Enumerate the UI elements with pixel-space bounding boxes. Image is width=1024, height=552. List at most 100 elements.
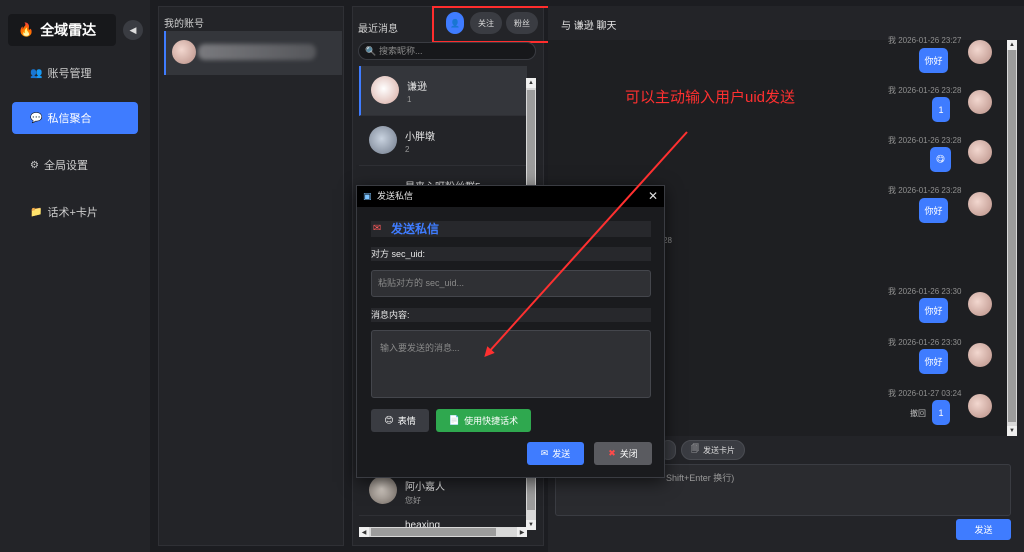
- search-icon: 🔍: [365, 46, 377, 56]
- avatar: [968, 140, 992, 164]
- avatar: [968, 343, 992, 367]
- send-dm-dialog: ▣ 发送私信 ✕ ✉ 发送私信 对方 sec_uid: 粘贴对方的 sec_ui…: [356, 185, 665, 478]
- avatar: [968, 394, 992, 418]
- filter-fans-button[interactable]: 粉丝: [506, 12, 538, 34]
- scroll-thumb[interactable]: [371, 528, 496, 536]
- conversation-preview: 2: [405, 145, 410, 154]
- nav-label: 话术+卡片: [47, 207, 98, 219]
- close-icon[interactable]: ✕: [648, 186, 658, 207]
- avatar: [968, 292, 992, 316]
- message-time: 我 2026-01-26 23:28: [888, 186, 962, 195]
- annotation-text: 可以主动输入用户uid发送: [625, 89, 796, 106]
- search-input[interactable]: 🔍 搜索昵称...: [358, 42, 536, 60]
- avatar: [369, 126, 397, 154]
- fire-icon: 🔥: [18, 22, 35, 37]
- chat-send-button[interactable]: 发送: [956, 519, 1011, 540]
- account-row[interactable]: [164, 31, 342, 75]
- emoji-label: 表情: [397, 416, 416, 426]
- scroll-up-icon[interactable]: ▲: [526, 78, 536, 88]
- search-placeholder: 搜索昵称...: [379, 46, 423, 56]
- cross-icon: ✖: [608, 448, 616, 458]
- scroll-down-icon[interactable]: ▼: [526, 520, 536, 530]
- envelope-icon: ✉: [540, 448, 549, 458]
- filter-all-button[interactable]: 👤: [446, 12, 464, 34]
- message-content-textarea[interactable]: 输入要发送的消息...: [371, 330, 651, 398]
- scroll-right-icon[interactable]: ▶: [517, 527, 527, 537]
- nav-item-account-management[interactable]: 👥 账号管理: [12, 57, 138, 89]
- avatar: [968, 90, 992, 114]
- send-card-button[interactable]: 🗐 发送卡片: [681, 440, 745, 460]
- chat-icon: 💬: [30, 112, 43, 124]
- user-icon: 👤: [450, 18, 460, 28]
- brand-title: 全域雷达: [40, 22, 97, 38]
- emoji-button[interactable]: 😊 表情: [371, 409, 429, 432]
- message-bubble: 😋: [930, 147, 951, 172]
- dialog-close-label: 关闭: [619, 449, 638, 459]
- quick-script-button[interactable]: 📄 使用快捷话术: [436, 409, 531, 432]
- nav-item-dm-aggregation[interactable]: 💬 私信聚合: [12, 102, 138, 134]
- nav-item-global-settings[interactable]: ⚙ 全局设置: [12, 149, 138, 181]
- blurred-account-name: [198, 44, 316, 60]
- nav-item-scripts-cards[interactable]: 📁 话术+卡片: [12, 196, 138, 228]
- input-hint: Shift+Enter 换行): [666, 473, 735, 483]
- dialog-title: 发送私信: [377, 191, 414, 201]
- avatar: [369, 476, 397, 504]
- conversation-hscrollbar[interactable]: [359, 527, 527, 537]
- avatar: [968, 192, 992, 216]
- document-icon: 📄: [448, 415, 461, 425]
- conversation-preview: 1: [407, 95, 412, 104]
- users-icon: 👥: [30, 67, 43, 79]
- window-icon: ▣: [363, 191, 372, 201]
- content-label: 消息内容:: [371, 308, 651, 322]
- accounts-panel: 我的账号: [158, 6, 344, 546]
- nav-label: 账号管理: [47, 68, 92, 80]
- avatar: [371, 76, 399, 104]
- gear-icon: ⚙: [30, 159, 39, 171]
- recent-title: 最近消息: [358, 24, 398, 35]
- uid-label: 对方 sec_uid:: [371, 247, 651, 261]
- app-window: 🔥 全域雷达 ◀ 👥 账号管理 💬 私信聚合 ⚙ 全局设置 📁 话术+卡片 我的…: [0, 0, 1024, 552]
- recall-link[interactable]: 撤回: [910, 408, 926, 419]
- dialog-titlebar: ▣ 发送私信 ✕: [357, 186, 664, 207]
- dialog-send-label: 发送: [552, 449, 571, 459]
- sidebar: 🔥 全域雷达 ◀ 👥 账号管理 💬 私信聚合 ⚙ 全局设置 📁 话术+卡片: [0, 0, 150, 552]
- dialog-heading: ✉ 发送私信: [371, 221, 651, 237]
- scroll-up-icon[interactable]: ▲: [1007, 40, 1017, 50]
- message-time: 我 2026-01-27 03:24: [888, 389, 962, 398]
- quick-script-label: 使用快捷话术: [464, 416, 519, 426]
- conversation-name: 阿小嘉人: [405, 482, 445, 493]
- collapse-sidebar-button[interactable]: ◀: [123, 20, 143, 40]
- smile-icon: 😊: [384, 415, 394, 425]
- chat-scrollbar[interactable]: [1007, 40, 1017, 436]
- dialog-heading-text: 发送私信: [391, 222, 440, 236]
- dialog-send-button[interactable]: ✉ 发送: [527, 442, 584, 465]
- conversation-item[interactable]: 谦逊 1: [359, 66, 527, 116]
- avatar: [172, 40, 196, 64]
- filter-following-button[interactable]: 关注: [470, 12, 502, 34]
- brand-logo: 🔥 全域雷达: [8, 14, 116, 46]
- message-time: 我 2026-01-26 23:28: [888, 86, 962, 95]
- conversation-preview: 您好: [405, 496, 421, 505]
- scroll-left-icon[interactable]: ◀: [359, 527, 369, 537]
- message-bubble: 你好: [919, 298, 948, 323]
- message-time: 我 2026-01-26 23:27: [888, 36, 962, 45]
- dialog-close-button[interactable]: ✖ 关闭: [594, 442, 652, 465]
- message-time: 我 2026-01-26 23:30: [888, 338, 962, 347]
- chat-header: 与 谦逊 聊天: [561, 21, 617, 32]
- message-bubble: 1: [932, 97, 950, 122]
- card-icon: 🗐: [691, 444, 699, 453]
- message-bubble: 你好: [919, 48, 948, 73]
- sec-uid-input[interactable]: 粘贴对方的 sec_uid...: [371, 270, 651, 297]
- nav-label: 全局设置: [43, 160, 88, 172]
- conversation-name: 谦逊: [407, 82, 427, 93]
- message-bubble: 你好: [919, 349, 948, 374]
- nav-label: 私信聚合: [47, 113, 92, 125]
- message-bubble: 你好: [919, 198, 948, 223]
- scroll-thumb[interactable]: [1008, 50, 1016, 422]
- message-time: 我 2026-01-26 23:30: [888, 287, 962, 296]
- message-time: 我 2026-01-26 23:28: [888, 136, 962, 145]
- conversation-name: 小胖墩: [405, 132, 435, 143]
- scroll-down-icon[interactable]: ▼: [1007, 426, 1017, 436]
- folder-icon: 📁: [30, 206, 43, 218]
- conversation-item[interactable]: 小胖墩 2: [359, 116, 527, 166]
